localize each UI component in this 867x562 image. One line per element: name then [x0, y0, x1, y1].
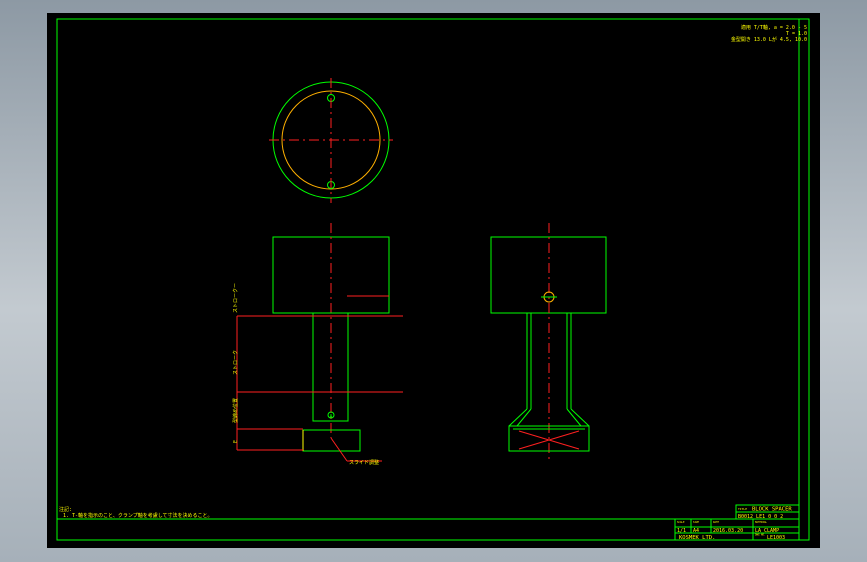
material-label: MATERIAL [755, 520, 768, 524]
drawing-number: LE1003 [767, 535, 785, 541]
corner-note-1: 適用 T/T軸, a = 2.0 - 5 [741, 24, 807, 31]
dim-label-clamp-position: 型締め位置 [232, 398, 239, 423]
cad-drawing: 適用 T/T軸, a = 2.0 - 5 T = 1.0 金型開き 13.0 L… [56, 18, 810, 542]
side-dimension-labels: ストロークー ストローク 型締め位置 E [232, 283, 239, 443]
dim-label-stroke-total: ストロークー [233, 283, 239, 313]
scale-value: 1/1 [677, 528, 686, 534]
corner-notes: 適用 T/T軸, a = 2.0 - 5 T = 1.0 金型開き 13.0 L… [731, 24, 807, 43]
corner-note-3: 金型開き 13.0 Lが 4.5, 10.0 [731, 36, 807, 43]
top-view [269, 78, 393, 203]
notes-heading: 注記: [59, 506, 72, 513]
part-no-value: B0012 LE1 0 0 2 [738, 514, 783, 520]
side-view [490, 223, 607, 463]
center-mark: A [329, 414, 332, 420]
title-block-text: TITLE BLOCK SPACER B0012 LE1 0 0 2 SCALE… [677, 507, 792, 542]
callout-label: スライド調整 [349, 459, 379, 466]
cad-viewport[interactable]: 適用 T/T軸, a = 2.0 - 5 T = 1.0 金型開き 13.0 L… [47, 13, 820, 548]
dim-label-e: E [233, 440, 239, 443]
dim-label-stroke: ストローク [233, 350, 239, 375]
drawing-border [56, 18, 810, 541]
date-label: DATE [713, 520, 720, 524]
title-value: BLOCK SPACER [752, 507, 792, 513]
size-label: SIZE [693, 520, 700, 524]
title-label: TITLE [738, 507, 747, 511]
size-value: A4 [693, 528, 699, 534]
scale-label: SCALE [677, 520, 685, 524]
notes-line: 1. T-軸を指示のこと、クランプ軸を考慮して寸法を決めること。 [63, 512, 213, 519]
date-value: 2016.03.20 [713, 528, 743, 534]
company-name: KOSMEK LTD. [679, 535, 715, 541]
front-view [236, 223, 403, 462]
dwg-no-label: DWG NO. [755, 533, 766, 537]
